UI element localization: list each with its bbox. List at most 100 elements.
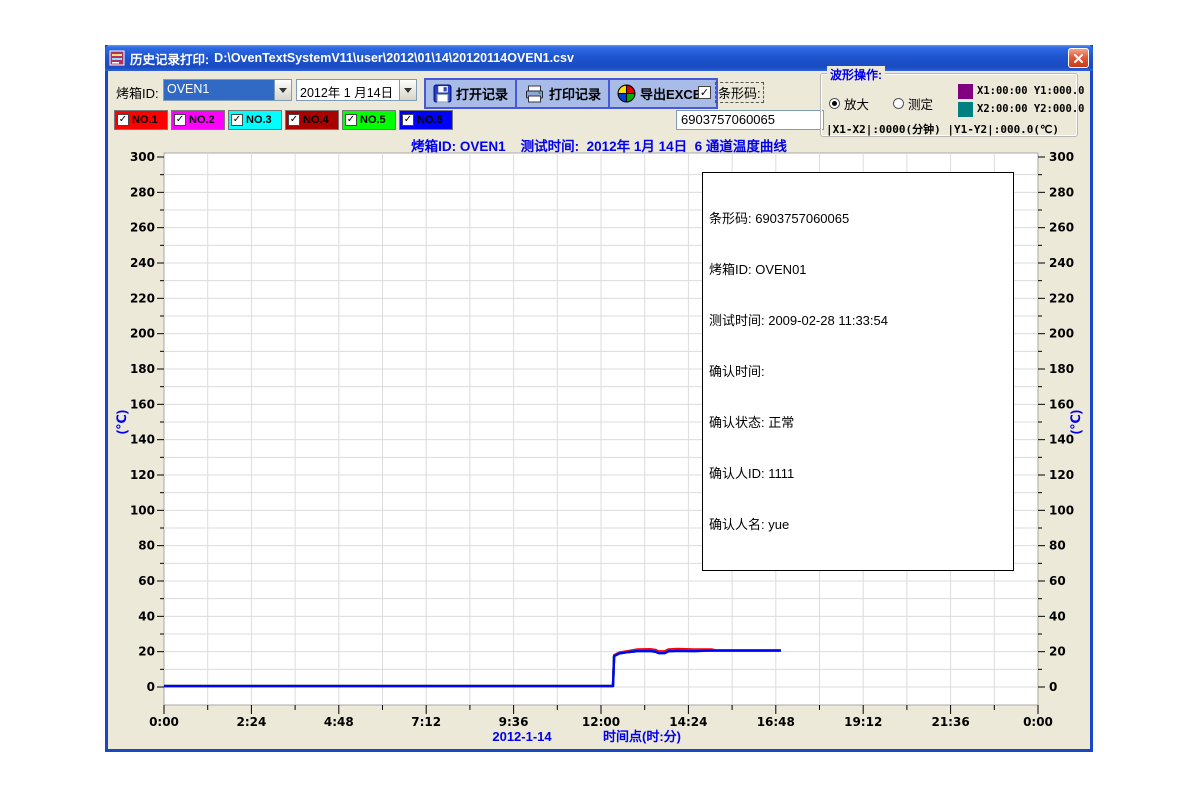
channel-label: NO.3 [246,114,272,126]
x-axis-label: 9:36 [499,715,529,729]
window-file-path: D:\OvenTextSystemV11\user\2012\01\14\201… [214,51,574,65]
measure-radio[interactable]: 测定 [893,94,933,113]
x-axis-label: 0:00 [1023,715,1053,729]
y-axis-label: 220 [130,291,155,305]
print-record-label: 打印记录 [549,84,601,103]
checkbox-checked-icon: ✓ [288,114,300,126]
y-axis-label: 80 [1049,539,1066,553]
y-axis-label: 0 [1049,680,1057,694]
printer-icon [524,85,545,103]
y-axis-label: 120 [1049,468,1074,482]
checkbox-checked-icon: ✓ [117,114,129,126]
checkbox-checked-icon: ✓ [231,114,243,126]
window-title: 历史记录打印: [130,49,209,68]
y-axis-label: 280 [1049,185,1074,199]
y-axis-label: 120 [130,468,155,482]
date-value: 2012年 1 月14日 [297,80,399,100]
y-axis-label: 40 [1049,609,1066,623]
y-axis-label: 60 [138,574,155,588]
wave-operation-panel: 波形操作: 放大 测定 X1:00:00 Y1:000.0 X2:00:00 Y… [820,73,1078,137]
y-axis-label: 240 [1049,256,1074,270]
client-area: 烤箱ID: OVEN1 2012年 1 月14日 打开记录 [108,71,1090,749]
channel-toggle-no2[interactable]: ✓NO.2 [171,110,225,130]
y-axis-label: 180 [130,362,155,376]
oven-id-label: 烤箱ID: [116,83,159,102]
measure-radio-label: 测定 [908,94,933,113]
y-axis-label: 300 [1049,150,1074,164]
app-icon [109,50,125,66]
barcode-input[interactable]: 6903757060065 [676,110,824,130]
close-button[interactable] [1068,48,1089,68]
app-window: 历史记录打印: D:\OvenTextSystemV11\user\2012\0… [105,45,1093,752]
date-dropdown-button[interactable] [399,80,416,100]
y-axis-label: 280 [130,185,155,199]
y-axis-label: 200 [130,327,155,341]
y-axis-label: 300 [130,150,155,164]
checkbox-checked-icon: ✓ [174,114,186,126]
channel-toggle-no1[interactable]: ✓NO.1 [114,110,168,130]
channel-toggle-no3[interactable]: ✓NO.3 [228,110,282,130]
y-axis-label: 40 [138,609,155,623]
channel-label: NO.1 [132,114,158,126]
y-axis-label: 20 [1049,645,1066,659]
pie-chart-icon [617,84,636,103]
oven-id-combobox[interactable]: OVEN1 [163,79,292,101]
channel-toggle-no6[interactable]: ✓NO.6 [399,110,453,130]
floppy-disk-icon [433,84,452,103]
open-record-button[interactable]: 打开记录 [426,80,517,107]
oven-id-dropdown-button[interactable] [274,80,291,100]
print-record-button[interactable]: 打印记录 [517,80,610,107]
chevron-down-icon [404,88,412,93]
y-axis-label: 0 [147,680,155,694]
channel-label: NO.4 [303,114,329,126]
info-oven-id: 烤箱ID: OVEN01 [709,261,1007,278]
zoom-radio-label: 放大 [844,94,869,113]
x-axis-date-label: 2012-1-14 [492,729,552,744]
x-axis-label: 21:36 [931,715,969,729]
zoom-radio[interactable]: 放大 [829,94,869,113]
channel-label: NO.6 [417,114,443,126]
y-axis-unit: (℃) [114,410,129,434]
x-axis-label: 0:00 [149,715,179,729]
y-axis-label: 20 [138,645,155,659]
y-axis-label: 60 [1049,574,1066,588]
cursor2-coords: X2:00:00 Y2:000.0 [977,103,1084,115]
open-record-label: 打开记录 [456,84,508,103]
checkbox-checked-icon: ✓ [345,114,357,126]
y-axis-label: 160 [130,397,155,411]
barcode-checkbox[interactable]: ✓ 条形码: [698,82,764,103]
cursor2-color-swatch [958,102,973,117]
channel-toggle-no5[interactable]: ✓NO.5 [342,110,396,130]
channel-toggle-no4[interactable]: ✓NO.4 [285,110,339,130]
x-axis-title: 时间点(时:分) [603,729,681,744]
y-axis-label: 80 [138,539,155,553]
barcode-label: 条形码: [715,82,764,103]
x-axis-label: 19:12 [844,715,882,729]
info-barcode: 条形码: 6903757060065 [709,210,1007,227]
checkbox-checked-icon: ✓ [402,114,414,126]
wave-panel-title: 波形操作: [827,66,885,83]
y-axis-label: 260 [130,221,155,235]
date-picker[interactable]: 2012年 1 月14日 [296,79,417,101]
x-axis-label: 4:48 [324,715,354,729]
y-axis-label: 160 [1049,397,1074,411]
x-axis-label: 16:48 [757,715,795,729]
oven-id-value: OVEN1 [164,80,274,100]
info-confirm-time: 确认时间: [709,363,1007,380]
info-confirmer-name: 确认人名: yue [709,516,1007,533]
close-icon [1073,53,1084,64]
record-info-box: 条形码: 6903757060065 烤箱ID: OVEN01 测试时间: 20… [702,172,1014,571]
radio-unselected-icon [893,98,904,109]
y-axis-label: 240 [130,256,155,270]
info-confirmer-id: 确认人ID: 1111 [709,465,1007,482]
info-test-time: 测试时间: 2009-02-28 11:33:54 [709,312,1007,329]
toolbar-button-panel: 打开记录 打印记录 导出EXCEL [424,78,718,109]
y-axis-label: 100 [130,503,155,517]
y-axis-label: 260 [1049,221,1074,235]
y-axis-unit: (℃) [1068,410,1083,434]
chart-panel: 0020204040606080801001001201201401401601… [112,149,1088,747]
chevron-down-icon [279,88,287,93]
y-axis-label: 140 [130,433,155,447]
x-axis-label: 12:00 [582,715,620,729]
cursor1-coords: X1:00:00 Y1:000.0 [977,85,1084,97]
